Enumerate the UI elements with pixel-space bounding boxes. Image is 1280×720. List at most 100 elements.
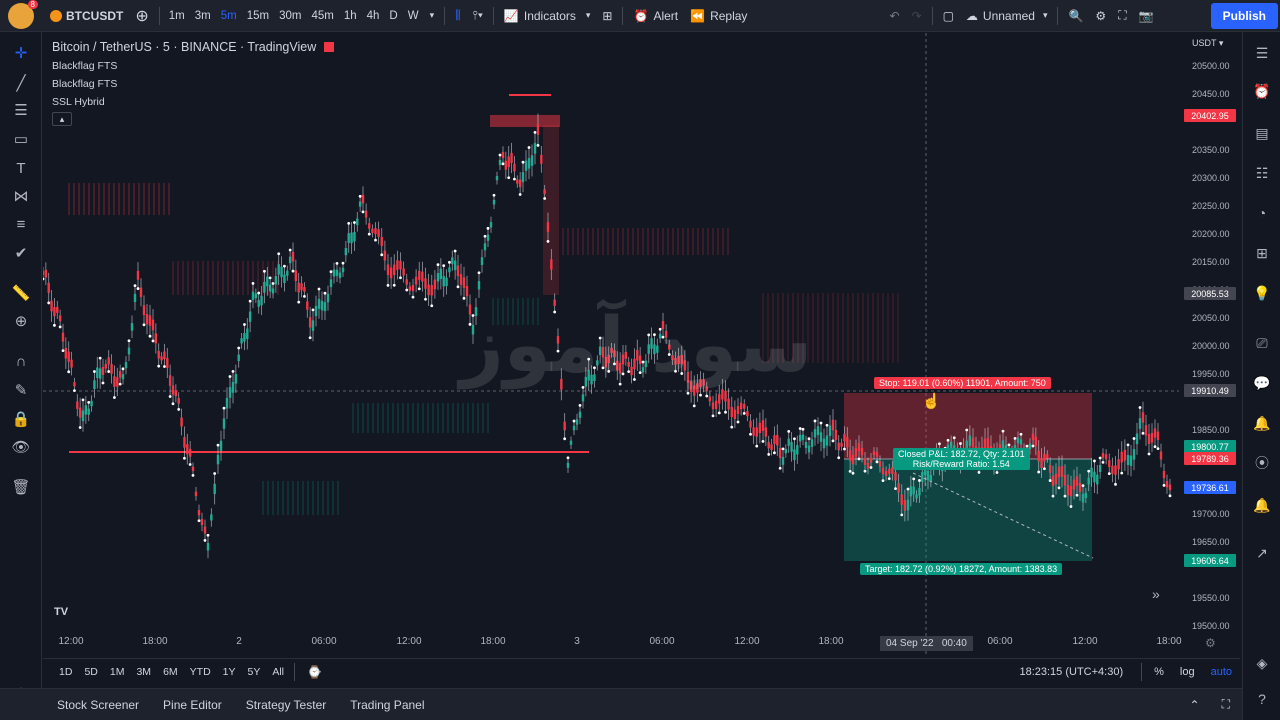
trend-icon[interactable]: ↗ [1251, 542, 1273, 564]
log-scale-toggle[interactable]: log [1172, 666, 1203, 678]
signal-dot [271, 282, 275, 285]
help-icon[interactable]: ? [1251, 688, 1273, 710]
replay-button[interactable]: ⏪ Replay [684, 0, 753, 32]
tab-strategy-tester[interactable]: Strategy Tester [234, 698, 338, 712]
candle-body [1135, 433, 1139, 445]
maximize-icon[interactable]: ⛶ [1112, 0, 1132, 32]
closed-pl-label[interactable]: Closed P&L: 182.72, Qty: 2.101 Risk/Rewa… [893, 448, 1030, 470]
axis-settings-icon[interactable]: ⚙ [1205, 636, 1216, 650]
collapse-panel-icon[interactable]: ⌃ [1180, 698, 1210, 712]
trash-icon[interactable]: 🗑 [10, 476, 32, 498]
legend-indicator[interactable]: SSL Hybrid [52, 96, 334, 108]
timeframe-45m[interactable]: 45m [306, 0, 338, 32]
auto-scale-toggle[interactable]: auto [1203, 666, 1240, 678]
timeframe-3m[interactable]: 3m [190, 0, 216, 32]
tab-stock-screener[interactable]: Stock Screener [45, 698, 151, 712]
candle-body [752, 427, 755, 436]
timeframe-4h[interactable]: 4h [362, 0, 385, 32]
pencil-lock-icon[interactable]: ✎ [10, 379, 32, 401]
data-window-icon[interactable]: ▤ [1251, 122, 1273, 144]
lightbulb-icon[interactable]: 💡 [1251, 282, 1273, 304]
calendar-icon[interactable]: ◔ [1251, 202, 1273, 224]
range-ytd[interactable]: YTD [184, 666, 217, 678]
flag-icon[interactable] [324, 42, 335, 52]
timeframe-D[interactable]: D [384, 0, 402, 32]
maximize-panel-icon[interactable]: ⛶ [1210, 697, 1242, 712]
stop-label[interactable]: Stop: 119.01 (0.60%) 11901, Amount: 750 [874, 377, 1051, 389]
timeframe-15m[interactable]: 15m [242, 0, 274, 32]
signal-icon[interactable]: ⦿ [1251, 452, 1273, 474]
range-1m[interactable]: 1M [104, 666, 131, 678]
timeframe-1m[interactable]: 1m [164, 0, 190, 32]
clock-label[interactable]: 18:23:15 (UTC+4:30) [1019, 666, 1137, 678]
goto-date-icon[interactable]: ⌚ [299, 665, 330, 679]
magnet-icon[interactable]: ∩ [10, 350, 32, 372]
trendline-icon[interactable]: ╱ [10, 72, 32, 94]
candle-style-icon[interactable]: ⫼ [449, 0, 467, 32]
compare-add-icon[interactable]: ⊕ [129, 0, 154, 32]
range-all[interactable]: All [266, 666, 290, 678]
gear-icon[interactable]: ⚙ [1089, 0, 1112, 32]
timeframe-30m[interactable]: 30m [274, 0, 306, 32]
notifications-icon[interactable]: 🔔 [1251, 412, 1273, 434]
alert-button[interactable]: ⏰ Alert [627, 0, 684, 32]
percent-scale-toggle[interactable]: % [1146, 666, 1172, 678]
timeframe-1h[interactable]: 1h [339, 0, 362, 32]
user-avatar[interactable]: 8 [8, 0, 38, 29]
text-icon[interactable]: T [10, 157, 32, 179]
timeframe-5m[interactable]: 5m [216, 0, 242, 32]
legend-indicator[interactable]: Blackflag FTS [52, 78, 334, 90]
timeframe-dropdown-icon[interactable]: ▾ [424, 0, 441, 32]
signal-dot [237, 346, 241, 350]
target-label[interactable]: Target: 182.72 (0.92%) 18272, Amount: 13… [860, 563, 1063, 575]
crosshair-icon[interactable]: ✛ [10, 42, 32, 64]
zoom-in-icon[interactable]: ⊕ [10, 310, 32, 332]
hotlist-icon[interactable]: ☷ [1251, 162, 1273, 184]
symbol-search[interactable]: BTCUSDT [44, 0, 129, 32]
templates-icon[interactable]: ⊞ [596, 0, 618, 32]
chart-type-icon[interactable]: ⫯▾ [467, 0, 489, 32]
indicators-button[interactable]: 📈 Indicators ▾ [498, 0, 597, 32]
prediction-icon[interactable]: ≡ [10, 213, 32, 235]
candle-body [386, 264, 390, 275]
chat-icon[interactable]: 💬 [1251, 372, 1273, 394]
search-icon[interactable]: 🔍 [1062, 0, 1089, 32]
collapse-legend-icon[interactable]: ▴ [52, 112, 72, 126]
horizontal-lines-icon[interactable]: ☰ [10, 99, 32, 121]
fullscreen-toggle-icon[interactable]: ▢ [937, 0, 960, 32]
camera-icon[interactable]: 📷 [1133, 0, 1160, 32]
tab-trading-panel[interactable]: Trading Panel [338, 698, 436, 712]
lock-icon[interactable]: 🔒 [10, 408, 32, 430]
undo-icon[interactable]: ↶ [883, 0, 905, 32]
watchlist-icon[interactable]: ☰ [1251, 42, 1273, 64]
bell-icon[interactable]: 🔔 [1251, 494, 1273, 516]
signal-dot [424, 297, 427, 301]
range-1y[interactable]: 1Y [217, 666, 242, 678]
range-6m[interactable]: 6M [157, 666, 184, 678]
range-1d[interactable]: 1D [53, 666, 78, 678]
legend-indicator[interactable]: Blackflag FTS [52, 60, 334, 72]
range-3m[interactable]: 3M [130, 666, 157, 678]
scroll-to-latest-icon[interactable]: » [1152, 586, 1160, 602]
eye-icon[interactable]: 👁 [10, 436, 32, 458]
signal-dot [692, 404, 696, 408]
currency-selector[interactable]: USDT ▾ [1192, 38, 1223, 49]
ruler-icon[interactable]: 📏 [10, 282, 32, 304]
checkmark-icon[interactable]: ✔ [10, 242, 32, 264]
layers-icon[interactable]: ◈ [1251, 652, 1273, 674]
layout-button[interactable]: ☁ Unnamed ▾ [960, 0, 1054, 32]
range-5y[interactable]: 5Y [242, 666, 267, 678]
rectangle-icon[interactable]: ▭ [10, 128, 32, 150]
streams-icon[interactable]: ⎚ [1251, 332, 1273, 354]
tradingview-logo[interactable]: TV [54, 606, 74, 622]
ideas-icon[interactable]: ⊞ [1251, 242, 1273, 264]
pattern-icon[interactable]: ⋈ [10, 185, 32, 207]
alerts-icon[interactable]: ⏰ [1251, 80, 1273, 102]
timeframe-W[interactable]: W [403, 0, 424, 32]
publish-button[interactable]: Publish [1210, 2, 1278, 29]
range-5d[interactable]: 5D [78, 666, 103, 678]
time-axis[interactable]: 12:00 18:00 2 06:00 12:00 18:00 3 06:00 12:00 18:… [43, 632, 1181, 654]
price-axis[interactable]: USDT ▾ 20500.00 20450.00 20350.00 20300.00 2… [1180, 33, 1240, 655]
redo-icon[interactable]: ↷ [906, 0, 928, 32]
tab-pine-editor[interactable]: Pine Editor [151, 698, 234, 712]
